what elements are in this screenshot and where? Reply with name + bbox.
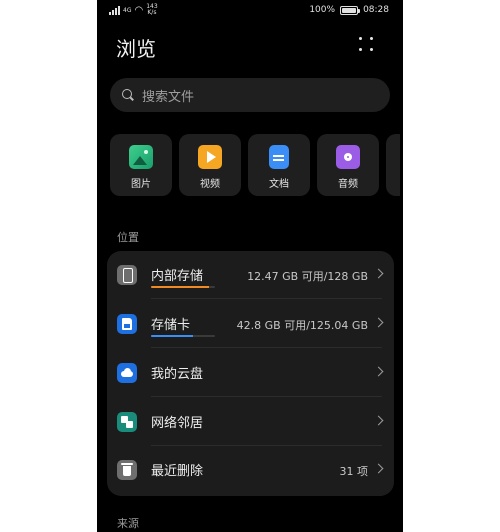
search-icon	[122, 89, 134, 101]
location-value: 12.47 GB 可用/128 GB	[247, 270, 368, 283]
page-title: 浏览	[116, 37, 156, 61]
location-value: 31 项	[339, 465, 369, 478]
location-my-cloud[interactable]: 我的云盘	[107, 349, 394, 397]
category-images[interactable]: 图片	[110, 134, 172, 196]
network-neighborhood-icon	[117, 412, 137, 432]
storage-usage-bar	[151, 286, 215, 288]
category-row: 图片 视频 文档 音频	[110, 134, 400, 196]
status-left: 4G ◠ 143 K/s	[109, 4, 158, 16]
chevron-right-icon	[373, 366, 384, 377]
chevron-right-icon	[373, 317, 384, 328]
location-label: 内部存储	[151, 269, 204, 284]
status-right: 100% 08:28	[309, 5, 389, 15]
cellular-signal-icon	[109, 5, 120, 15]
location-label: 我的云盘	[151, 367, 204, 382]
storage-usage-fill	[151, 335, 194, 337]
more-dots-icon[interactable]	[359, 37, 375, 53]
wifi-icon: ◠	[134, 4, 144, 16]
chevron-right-icon	[373, 463, 384, 474]
search-bar[interactable]: 搜索文件	[110, 78, 390, 112]
location-sd-card[interactable]: 存储卡 42.8 GB 可用/125.04 GB	[107, 300, 394, 348]
storage-usage-fill	[151, 286, 209, 288]
chevron-right-icon	[373, 415, 384, 426]
locations-card: 内部存储 12.47 GB 可用/128 GB 存储卡 42.8 GB 可用/1…	[107, 251, 394, 496]
clock: 08:28	[363, 5, 389, 15]
location-label: 存储卡	[151, 318, 191, 333]
storage-usage-bar	[151, 335, 215, 337]
search-placeholder: 搜索文件	[142, 89, 195, 105]
category-next-partial[interactable]	[386, 134, 400, 196]
location-network-neighborhood[interactable]: 网络邻居	[107, 398, 394, 446]
audio-icon	[336, 145, 360, 169]
location-label: 最近删除	[151, 464, 204, 479]
divider	[151, 396, 382, 397]
network-type: 4G	[123, 6, 132, 14]
location-internal-storage[interactable]: 内部存储 12.47 GB 可用/128 GB	[107, 251, 394, 299]
section-title-locations: 位置	[117, 231, 139, 244]
category-label: 视频	[200, 179, 220, 190]
battery-icon	[340, 5, 361, 15]
net-speed: 143 K/s	[146, 4, 157, 16]
document-icon	[269, 145, 289, 169]
video-icon	[198, 145, 222, 169]
category-audio[interactable]: 音频	[317, 134, 379, 196]
location-value: 42.8 GB 可用/125.04 GB	[236, 319, 368, 332]
battery-percent: 100%	[309, 5, 336, 15]
section-title-sources: 来源	[117, 517, 139, 530]
file-manager-screen: 4G ◠ 143 K/s 100% 08:28 浏览 搜索文件 图片 视频 文档…	[97, 0, 403, 532]
category-label: 图片	[131, 179, 151, 190]
status-bar: 4G ◠ 143 K/s 100% 08:28	[97, 0, 403, 22]
phone-storage-icon	[117, 265, 137, 285]
cloud-icon	[117, 363, 137, 383]
image-icon	[129, 145, 153, 169]
location-label: 网络邻居	[151, 416, 204, 431]
category-label: 文档	[269, 179, 289, 190]
divider	[151, 347, 382, 348]
category-documents[interactable]: 文档	[248, 134, 310, 196]
divider	[151, 298, 382, 299]
sd-card-icon	[117, 314, 137, 334]
chevron-right-icon	[373, 268, 384, 279]
net-speed-unit: K/s	[147, 9, 157, 16]
category-label: 音频	[338, 179, 358, 190]
category-videos[interactable]: 视频	[179, 134, 241, 196]
trash-icon	[117, 460, 137, 480]
location-recently-deleted[interactable]: 最近删除 31 项	[107, 446, 394, 494]
